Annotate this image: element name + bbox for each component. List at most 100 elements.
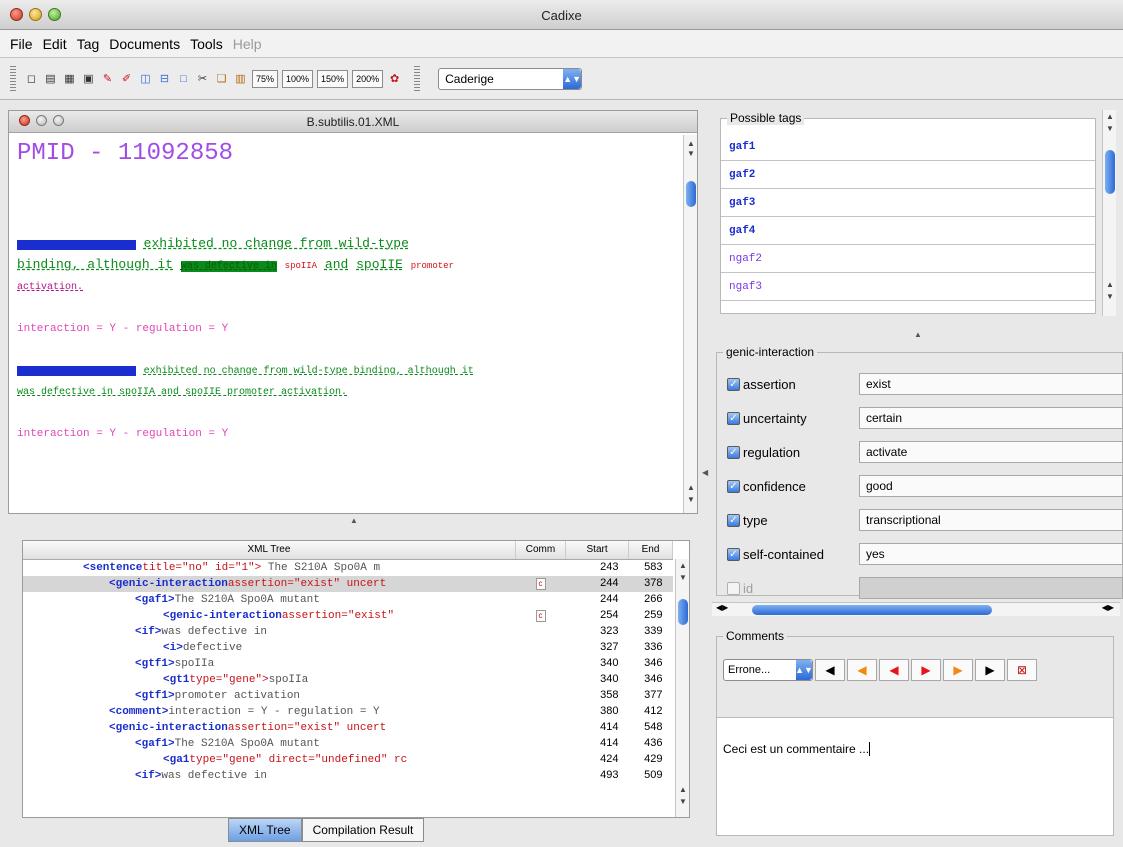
toolbar-grip-2[interactable] [414, 65, 421, 92]
scroll-right-icon[interactable]: ◀▶ [1102, 603, 1114, 612]
next-comment-button[interactable]: ▶ [943, 659, 973, 681]
tree-node[interactable]: <genic-interactionassertion="exist" unce… [23, 575, 516, 592]
last-comment-button[interactable]: ▶ [975, 659, 1005, 681]
table-row[interactable]: <gtf1>spoIIa 340 346 [23, 656, 673, 672]
tree-node[interactable]: <i>defective [23, 640, 515, 656]
paste-icon[interactable]: ▥ [233, 71, 248, 87]
scroll-up-icon[interactable]: ▲ [687, 483, 695, 492]
table-row[interactable]: <gaf1>The S210A Spo0A mutant 244 266 [23, 592, 673, 608]
tree-scrollbar[interactable]: ▲ ▼ ▲ ▼ [675, 559, 689, 817]
column-header-end[interactable]: End [628, 541, 674, 560]
next-error-button[interactable]: ▶ [911, 659, 941, 681]
attribute-checkbox-uncertainty[interactable]: ✓ [727, 411, 740, 425]
tag-item-ngaf2[interactable]: ngaf2 [721, 245, 1095, 273]
annotated-text[interactable]: exhibited no change from wild-type [144, 236, 409, 251]
scroll-left-icon[interactable]: ◀▶ [716, 603, 728, 612]
previous-error-button[interactable]: ◀ [879, 659, 909, 681]
attribute-checkbox-self-contained[interactable]: ✓ [727, 547, 740, 561]
tool-select[interactable]: Caderige ▲▼ [438, 67, 583, 90]
column-header-xml-tree[interactable]: XML Tree [23, 541, 516, 560]
zoom-75-button[interactable]: 75% [252, 69, 279, 88]
tags-scroll-thumb[interactable] [1105, 150, 1115, 194]
tag-item-ngaf3[interactable]: ngaf3 [721, 273, 1095, 301]
new-document-icon[interactable]: ◻ [24, 71, 39, 87]
tree-comment-cell[interactable] [515, 592, 565, 608]
tree-node[interactable]: <comment>interaction = Y - regulation = … [23, 704, 515, 720]
table-row[interactable]: <genic-interactionassertion="exist" unce… [23, 575, 673, 592]
tree-node[interactable]: <if>was defective in [23, 768, 515, 784]
tree-node[interactable]: <genic-interactionassertion="exist" unce… [23, 720, 515, 736]
tree-comment-cell[interactable] [515, 656, 565, 672]
annotate-all-icon[interactable]: ✐ [119, 71, 134, 87]
attribute-value-regulation[interactable]: activate [859, 441, 1123, 463]
annotated-text[interactable]: and [325, 257, 348, 272]
comment-textarea[interactable]: Ceci est un commentaire ... [717, 717, 1113, 835]
column-header-start[interactable]: Start [565, 541, 629, 560]
scroll-up-icon[interactable]: ▲ [679, 561, 687, 570]
tag-item-gaf3[interactable]: gaf3 [721, 189, 1095, 217]
attribute-value-type[interactable]: transcriptional [859, 509, 1123, 531]
cut-icon[interactable]: ✂ [195, 71, 210, 87]
table-row[interactable]: <if>was defective in 323 339 [23, 624, 673, 640]
annotated-gene[interactable]: spoIIE [356, 257, 403, 272]
splitter-handle-icon[interactable]: ▲ [914, 330, 922, 339]
splitter-handle-icon[interactable]: ◀ [702, 468, 708, 477]
tab-xml-tree[interactable]: XML Tree [228, 818, 302, 842]
splitter-handle-icon[interactable]: ▲ [350, 516, 358, 525]
scroll-down-icon[interactable]: ▼ [679, 797, 687, 806]
split-vertical-icon[interactable]: ◫ [138, 71, 153, 87]
tree-node[interactable]: <ga1type="gene" direct="undefined" rc [23, 752, 515, 768]
tree-node[interactable]: <sentencetitle="no" id="1"> The S210A Sp… [23, 559, 515, 576]
menu-tools[interactable]: Tools [190, 36, 223, 52]
attribute-checkbox-confidence[interactable]: ✓ [727, 479, 740, 493]
single-view-icon[interactable]: □ [176, 71, 191, 87]
tag-item-gaf2[interactable]: gaf2 [721, 161, 1095, 189]
tree-node[interactable]: <gaf1>The S210A Spo0A mutant [23, 736, 515, 752]
scroll-down-icon[interactable]: ▼ [687, 149, 695, 158]
tree-node[interactable]: <gaf1>The S210A Spo0A mutant [23, 592, 515, 608]
attribute-value-id[interactable] [859, 577, 1123, 599]
save-icon[interactable]: ▣ [81, 71, 96, 87]
scroll-down-icon[interactable]: ▼ [1106, 124, 1114, 133]
annotated-text[interactable]: exhibited no change from wild-type bindi… [144, 366, 474, 377]
menu-edit[interactable]: Edit [43, 36, 67, 52]
annotated-gene-span[interactable]: The S210A Spo0A mutant [17, 240, 136, 250]
comment-text[interactable]: interaction = Y - regulation = Y [17, 428, 228, 440]
zoom-100-button[interactable]: 100% [282, 69, 314, 88]
zoom-150-button[interactable]: 150% [317, 69, 349, 88]
zoom-200-button[interactable]: 200% [352, 69, 384, 88]
annotate-icon[interactable]: ✎ [100, 71, 115, 87]
annotated-text[interactable]: was defective in spoIIA and spoIIE promo… [17, 387, 347, 398]
tag-document-icon[interactable]: ▦ [62, 71, 77, 87]
table-row[interactable]: <gaf1>The S210A Spo0A mutant 414 436 [23, 736, 673, 752]
scroll-down-icon[interactable]: ▼ [1106, 292, 1114, 301]
table-row[interactable]: <ga1type="gene" direct="undefined" rc 424… [23, 752, 673, 768]
attributes-hscrollbar[interactable]: ◀▶ ◀▶ [712, 602, 1120, 616]
scroll-up-icon[interactable]: ▲ [1106, 280, 1114, 289]
document-scroll-thumb[interactable] [686, 181, 696, 207]
tree-comment-cell[interactable] [515, 624, 565, 640]
comment-text[interactable]: interaction = Y - regulation = Y [17, 323, 228, 335]
toolbar-grip[interactable] [10, 65, 16, 92]
tree-comment-cell[interactable] [515, 672, 565, 688]
table-row[interactable]: <sentencetitle="no" id="1"> The S210A Sp… [23, 559, 673, 576]
column-header-comm[interactable]: Comm [515, 541, 567, 560]
attribute-checkbox-type[interactable]: ✓ [727, 513, 740, 527]
tag-item-gaf1[interactable]: gaf1 [721, 133, 1095, 161]
tree-comment-cell[interactable] [515, 688, 565, 704]
tree-comment-cell[interactable] [515, 768, 565, 784]
menu-help[interactable]: Help [233, 36, 262, 52]
tree-comment-cell[interactable] [515, 720, 565, 736]
annotated-gene[interactable]: spoIIA [285, 261, 317, 271]
tree-node[interactable]: <gt1type="gene">spoIIa [23, 672, 515, 688]
copy-icon[interactable]: ❏ [214, 71, 229, 87]
tree-scroll-thumb[interactable] [678, 599, 688, 625]
attribute-value-self-contained[interactable]: yes [859, 543, 1123, 565]
open-document-icon[interactable]: ▤ [43, 71, 58, 87]
scroll-up-icon[interactable]: ▲ [679, 785, 687, 794]
scroll-down-icon[interactable]: ▼ [679, 573, 687, 582]
table-row[interactable]: <genic-interactionassertion="exist" c 254 2… [23, 608, 673, 624]
annotated-interaction[interactable]: was defective in [180, 261, 277, 272]
tree-comment-cell[interactable] [515, 736, 565, 752]
table-row[interactable]: <if>was defective in 493 509 [23, 768, 673, 784]
